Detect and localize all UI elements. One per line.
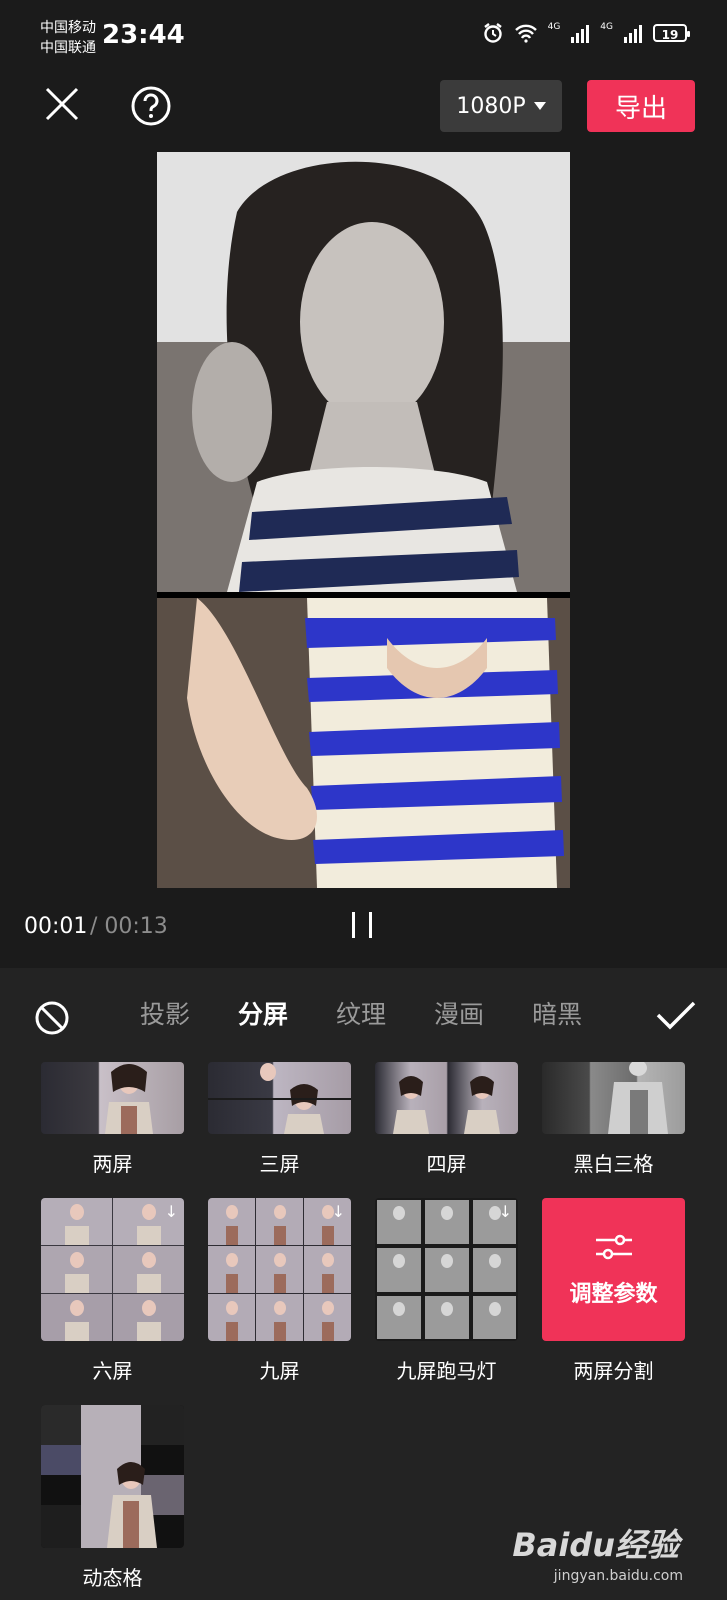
resolution-dropdown[interactable]: 1080P [440, 80, 562, 132]
total-duration: / 00:13 [90, 914, 168, 939]
sliders-icon [595, 1234, 632, 1259]
tab-split-screen[interactable]: 分屏 [238, 995, 288, 1031]
photo-top [157, 152, 570, 592]
confirm-check-icon[interactable] [656, 1001, 696, 1031]
effect-item-two-screen-split[interactable]: 调整参数 两屏分割 [542, 1198, 685, 1384]
effect-thumbnail [41, 1405, 184, 1548]
pause-button[interactable] [352, 912, 372, 938]
signal-icon-2 [624, 25, 642, 43]
video-preview[interactable] [157, 152, 570, 888]
carrier-1: 中国移动 [40, 20, 96, 36]
network-type-1: 4G [547, 22, 561, 32]
effect-thumbnail [208, 1062, 351, 1134]
effect-item-three-screens[interactable]: 三屏 [208, 1062, 351, 1177]
effect-label: 九屏 [259, 1359, 300, 1383]
effect-label: 三屏 [259, 1152, 300, 1176]
effect-label: 黑白三格 [573, 1152, 654, 1176]
tab-dark[interactable]: 暗黑 [532, 995, 582, 1031]
effect-thumbnail: ↓ [208, 1198, 351, 1341]
carrier-2: 中国联通 [40, 40, 96, 56]
baidu-jingyan-url: jingyan.baidu.com [553, 1568, 683, 1584]
photo-bottom [157, 598, 570, 888]
close-icon[interactable] [44, 86, 80, 122]
effect-label: 两屏分割 [573, 1359, 654, 1383]
help-icon[interactable] [130, 85, 172, 127]
effect-item-nine-screens-marquee[interactable]: ↓ 九屏跑马灯 [375, 1198, 518, 1384]
battery-icon: 19 [653, 24, 690, 42]
effect-thumbnail [542, 1062, 685, 1134]
wifi-icon [514, 24, 537, 43]
download-icon: ↓ [331, 1202, 345, 1221]
effect-label: 两屏 [92, 1152, 133, 1176]
download-icon: ↓ [498, 1202, 512, 1221]
effect-item-six-screens[interactable]: ↓ 六屏 [41, 1198, 184, 1384]
effect-item-four-screens[interactable]: 四屏 [375, 1062, 518, 1177]
network-type-2: 4G [600, 22, 613, 32]
effect-item-dynamic-grid[interactable]: 动态格 [41, 1405, 184, 1591]
status-clock: 23:44 [102, 20, 185, 50]
alarm-icon [483, 23, 502, 43]
tab-texture[interactable]: 纹理 [336, 995, 386, 1031]
effect-thumbnail [41, 1062, 184, 1134]
carrier-info: 中国移动 中国联通 [40, 18, 96, 58]
effect-thumbnail: ↓ [375, 1198, 518, 1341]
adjust-params-label: 调整参数 [569, 1281, 658, 1307]
effect-item-two-screens[interactable]: 两屏 [41, 1062, 184, 1177]
resolution-label: 1080P [456, 93, 526, 119]
current-time: 00:01 [24, 914, 88, 939]
effect-label: 四屏 [426, 1152, 467, 1176]
effect-item-bw-three-grid[interactable]: 黑白三格 [542, 1062, 685, 1177]
effect-label: 九屏跑马灯 [396, 1359, 497, 1383]
adjust-params-button[interactable]: 调整参数 [542, 1198, 685, 1341]
effect-category-tabs: 投影 分屏 纹理 漫画 暗黑 [140, 995, 582, 1031]
preview-bottom-pane [157, 598, 570, 888]
effect-label: 六屏 [92, 1359, 133, 1383]
download-icon: ↓ [164, 1202, 178, 1221]
effect-thumbnail: ↓ [41, 1198, 184, 1341]
caret-down-icon [533, 102, 546, 110]
effect-item-nine-screens[interactable]: ↓ 九屏 [208, 1198, 351, 1384]
baidu-jingyan-logo: Baidu经验 [512, 1526, 679, 1564]
effect-thumbnail [375, 1062, 518, 1134]
preview-top-pane [157, 152, 570, 592]
signal-icon-1 [571, 25, 590, 43]
tab-comic[interactable]: 漫画 [434, 995, 484, 1031]
status-icons: 4G 4G 19 [482, 22, 690, 44]
effect-label: 动态格 [82, 1566, 143, 1590]
no-effect-icon[interactable] [34, 1000, 70, 1036]
export-button[interactable]: 导出 [587, 80, 695, 132]
tab-projection[interactable]: 投影 [140, 995, 190, 1031]
